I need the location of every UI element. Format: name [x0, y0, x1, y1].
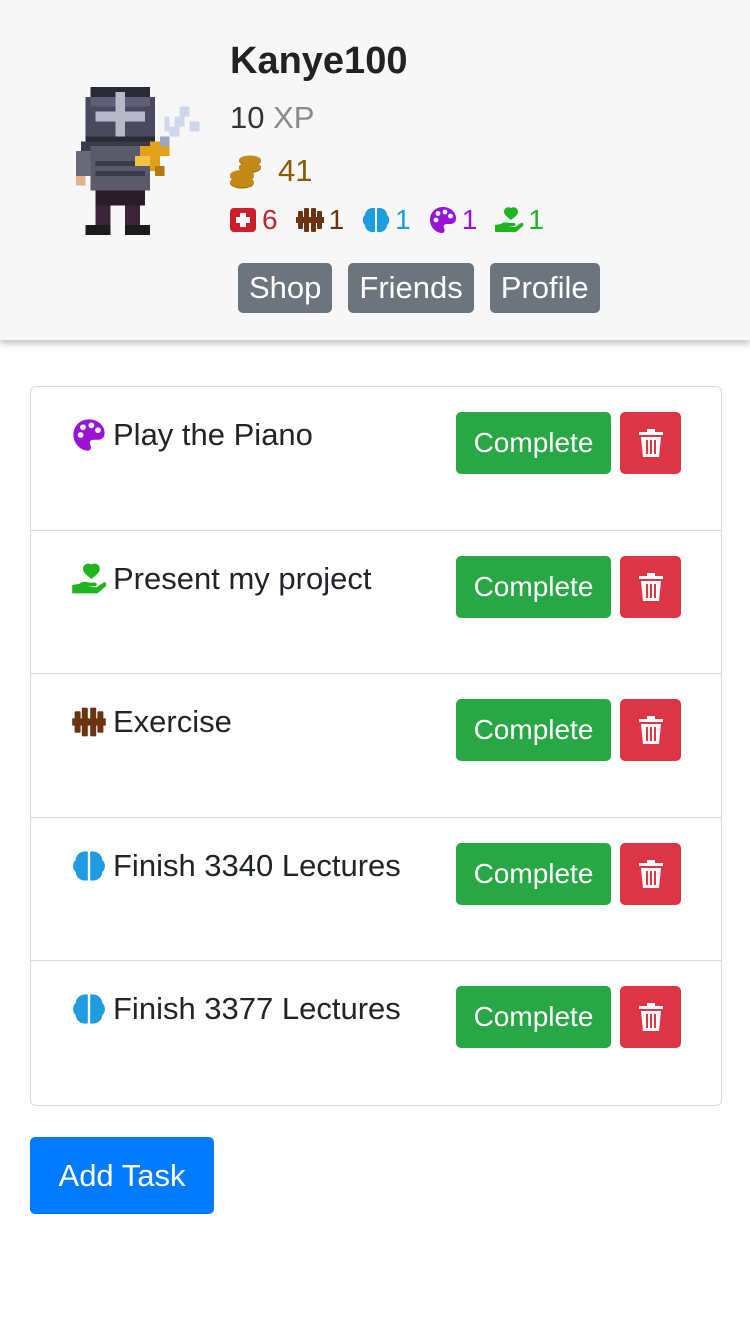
- delete-button[interactable]: [620, 555, 681, 618]
- health-icon: [230, 208, 256, 232]
- task-label: Exercise: [71, 704, 232, 740]
- task-text: Finish 3340 Lectures: [113, 847, 401, 883]
- xp-unit: XP: [273, 100, 315, 135]
- trash-icon: [638, 429, 663, 457]
- task-list: Play the Piano Complete Present my proje…: [30, 386, 722, 1106]
- profile-header: Kanye100 10 XP 41 6 1 1 1 1 Shop Friends…: [0, 0, 750, 340]
- complete-button[interactable]: Complete: [456, 842, 611, 905]
- task-row: Exercise Complete: [31, 674, 721, 818]
- task-label: Play the Piano: [71, 417, 313, 453]
- stat-intelligence: 1: [361, 204, 411, 236]
- username: Kanye100: [230, 40, 408, 82]
- task-text: Present my project: [113, 560, 372, 596]
- task-row: Finish 3340 Lectures Complete: [31, 818, 721, 962]
- stat-social-value: 1: [528, 204, 544, 235]
- brain-icon: [362, 207, 390, 233]
- dumbbell-icon: [295, 208, 324, 232]
- hand-heart-icon: [72, 563, 107, 593]
- add-task-button[interactable]: Add Task: [30, 1137, 214, 1214]
- nav-buttons: Shop Friends Profile: [238, 263, 616, 313]
- task-text: Finish 3377 Lectures: [113, 991, 401, 1027]
- task-row: Present my project Complete: [31, 531, 721, 675]
- stat-strength: 1: [295, 204, 345, 236]
- delete-button[interactable]: [620, 842, 681, 905]
- task-text: Play the Piano: [113, 417, 313, 452]
- stat-health-value: 6: [262, 204, 278, 235]
- stat-health: 6: [228, 204, 278, 236]
- task-text: Exercise: [113, 704, 232, 740]
- delete-button[interactable]: [620, 699, 681, 762]
- xp-display: 10 XP: [230, 100, 314, 136]
- coins-display: 41: [228, 153, 312, 189]
- complete-button[interactable]: Complete: [456, 412, 611, 474]
- stat-strength-value: 1: [328, 204, 345, 235]
- hand-heart-icon: [495, 207, 524, 232]
- task-row: Finish 3377 Lectures Complete: [31, 961, 721, 1105]
- stat-creativity: 1: [428, 204, 478, 236]
- dumbbell-icon: [72, 707, 106, 737]
- xp-value: 10: [230, 100, 265, 135]
- complete-button[interactable]: Complete: [456, 986, 611, 1049]
- stat-creativity-value: 1: [461, 204, 478, 235]
- friends-button[interactable]: Friends: [348, 263, 474, 313]
- profile-button[interactable]: Profile: [489, 263, 600, 313]
- trash-icon: [638, 716, 663, 745]
- brain-icon: [73, 994, 105, 1025]
- palette-icon: [429, 207, 456, 233]
- trash-icon: [638, 572, 663, 601]
- trash-icon: [638, 1003, 663, 1032]
- task-label: Finish 3377 Lectures: [71, 991, 401, 1027]
- task-label: Finish 3340 Lectures: [71, 848, 401, 884]
- stat-intelligence-value: 1: [395, 204, 411, 235]
- stats-row: 6 1 1 1 1: [228, 204, 561, 236]
- complete-button[interactable]: Complete: [456, 699, 611, 762]
- knight-avatar: [75, 86, 200, 236]
- palette-icon: [73, 419, 105, 451]
- coins-icon: [230, 155, 261, 189]
- brain-icon: [73, 851, 105, 881]
- complete-button[interactable]: Complete: [456, 555, 611, 618]
- delete-button[interactable]: [620, 986, 681, 1049]
- task-row: Play the Piano Complete: [31, 387, 721, 531]
- task-label: Present my project: [71, 561, 371, 597]
- coins-value: 41: [278, 153, 313, 188]
- delete-button[interactable]: [620, 412, 681, 474]
- stat-social: 1: [494, 204, 544, 236]
- shop-button[interactable]: Shop: [238, 263, 333, 313]
- trash-icon: [638, 859, 663, 888]
